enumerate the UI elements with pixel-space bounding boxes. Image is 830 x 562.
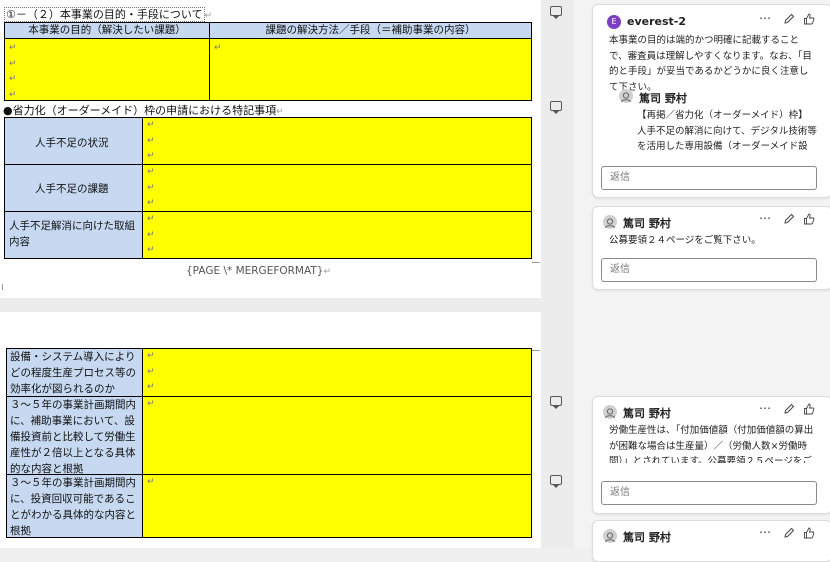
avatar: E [607, 15, 621, 29]
more-icon[interactable]: ⋯ [759, 11, 771, 25]
comment-card[interactable]: E everest-2 ⋯ 本事業の目的は端的かつ明確に記載することで、審査員は… [592, 4, 830, 198]
reply-input[interactable]: 返信 [601, 481, 817, 505]
section-heading: ①－（２）本事業の目的・手段について ↵ [4, 7, 213, 22]
special-heading: ●省力化（オーダーメイド）枠の申請における特記事項↵ [3, 104, 284, 117]
comment-icon[interactable] [550, 101, 562, 114]
comments-pane: E everest-2 ⋯ 本事業の目的は端的かつ明確に記載することで、審査員は… [574, 0, 830, 562]
edit-icon[interactable] [783, 13, 795, 28]
person-icon [603, 215, 617, 229]
more-icon[interactable]: ⋯ [759, 211, 771, 225]
edit-icon[interactable] [783, 403, 795, 418]
reply-input[interactable]: 返信 [601, 166, 817, 190]
comment-author: 篤司 野村 [623, 531, 671, 544]
like-icon[interactable] [803, 403, 815, 418]
document-page-2: 設備・システム導入によりどの程度生産プロセス等の効率化が図られるのか ↵ ↵ ↵ ３… [0, 312, 541, 548]
comment-card[interactable]: 篤司 野村 ⋯ 労働生産性は、「付加価値額（付加価値額の算出が困難な場合は生産量… [592, 396, 830, 514]
table2-label-shortage-issue: 人手不足の課題 [4, 164, 143, 212]
table1-header-method: 課題の解決方法／手段（＝補助事業の内容） [209, 22, 532, 39]
more-icon[interactable]: ⋯ [759, 401, 771, 415]
comment-author: everest-2 [627, 15, 687, 28]
like-icon[interactable] [803, 527, 815, 542]
person-icon [619, 89, 633, 103]
table2-label-shortage-measures: 人手不足解消に向けた取組内容 [4, 211, 143, 259]
crop-mark [532, 262, 540, 263]
table2-cell-shortage-status[interactable]: ↵ ↵ ↵ [142, 117, 532, 165]
comment-card[interactable]: 篤司 野村 ⋯ 公募要領２４ページをご覧下さい。 返信 [592, 206, 830, 290]
person-icon [603, 529, 617, 543]
page2-cell-roi[interactable]: ↵ [142, 474, 532, 538]
page2-label-efficiency: 設備・システム導入によりどの程度生産プロセス等の効率化が図られるのか [6, 348, 143, 397]
document-canvas: ①－（２）本事業の目的・手段について ↵ 本事業の目的（解決したい課題） 課題の解… [0, 0, 574, 548]
page-number-field: {PAGE \* MERGEFORMAT}↵ [186, 265, 332, 277]
comment-icon[interactable] [550, 475, 562, 488]
table2-label-shortage-status: 人手不足の状況 [4, 117, 143, 165]
comment-author: 篤司 野村 [623, 407, 671, 420]
crop-mark [532, 350, 540, 351]
comment-icon[interactable] [550, 396, 562, 409]
reply-text: 【再掲／省力化（オーダーメイド）枠】人手不足の解消に向けて、デジタル技術等を活用… [637, 110, 817, 152]
document-page-1: ①－（２）本事業の目的・手段について ↵ 本事業の目的（解決したい課題） 課題の解… [0, 0, 541, 298]
table1-header-purpose: 本事業の目的（解決したい課題） [4, 22, 210, 39]
table2-cell-shortage-issue[interactable]: ↵ ↵ ↵ [142, 164, 532, 212]
edit-icon[interactable] [783, 527, 795, 542]
comment-author: 篤司 野村 [623, 217, 671, 230]
page2-label-roi: ３～５年の事業計画期間内に、投資回収可能であることがわかる具体的な内容と根拠 [6, 474, 143, 538]
comment-text: 労働生産性は、「付加価値額（付加価値額の算出が困難な場合は生産量）／（労働人数×… [609, 425, 814, 463]
page2-label-productivity: ３～５年の事業計画期間内に、補助事業において、設備投資前と比較して労働生産性が２… [6, 396, 143, 475]
like-icon[interactable] [803, 213, 815, 228]
page2-cell-efficiency[interactable]: ↵ ↵ ↵ [142, 348, 532, 397]
edit-icon[interactable] [783, 213, 795, 228]
like-icon[interactable] [803, 13, 815, 28]
person-icon [603, 405, 617, 419]
comment-text: 本事業の目的は端的かつ明確に記載することで、審査員は理解しやすくなります。なお、… [609, 35, 812, 93]
table1-cell-purpose[interactable]: ↵ ↵ ↵ ↵ [4, 38, 210, 101]
comment-card[interactable]: 篤司 野村 ⋯ [592, 520, 830, 562]
comment-text: 公募要領２４ページをご覧下さい。 [609, 235, 761, 246]
more-icon[interactable]: ⋯ [759, 525, 771, 539]
reply-input[interactable]: 返信 [601, 258, 817, 282]
comment-icon[interactable] [550, 6, 562, 19]
page2-cell-productivity[interactable]: ↵ [142, 396, 532, 475]
crop-mark [2, 284, 3, 290]
table2-cell-shortage-measures[interactable]: ↵ ↵ ↵ [142, 211, 532, 259]
table1-cell-method[interactable]: ↵ [209, 38, 532, 101]
reply-author: 篤司 野村 [639, 92, 687, 105]
